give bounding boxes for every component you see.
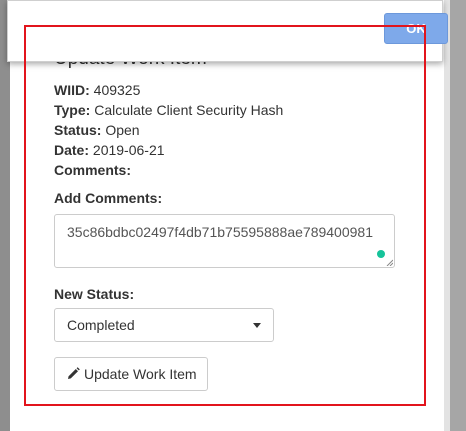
info-value: 409325 [93,82,141,98]
info-value: 2019-06-21 [92,142,165,158]
comments-text: 35c86bdbc02497f4db71b75595888ae789400981 [67,224,373,240]
info-row-wiid: WIID: 409325 [54,80,283,100]
scrollbar-thumb[interactable] [450,0,466,431]
info-row-date: Date: 2019-06-21 [54,140,283,160]
info-label: Type: [54,102,91,118]
info-label: Comments: [54,162,132,178]
info-row-type: Type: Calculate Client Security Hash [54,100,283,120]
work-item-panel: Update Work Item WIID: 409325 Type: Calc… [10,0,444,431]
info-value: Open [105,122,140,138]
info-label: Date: [54,142,90,158]
status-select[interactable]: Completed [54,308,274,342]
update-work-item-button[interactable]: Update Work Item [54,357,208,391]
info-row-status: Status: Open [54,120,283,140]
top-dialog: OK [7,0,448,62]
caret-down-icon [253,323,261,328]
work-item-info: WIID: 409325 Type: Calculate Client Secu… [54,80,283,180]
scrollbar[interactable] [444,0,466,431]
update-button-label: Update Work Item [84,366,197,382]
pencil-icon [68,367,80,380]
info-label: WIID: [54,82,90,98]
info-row-comments: Comments: [54,160,283,180]
comments-textarea[interactable]: 35c86bdbc02497f4db71b75595888ae789400981 [54,214,395,268]
resize-grip-icon[interactable] [386,259,393,266]
info-label: Status: [54,122,102,138]
backdrop-left [0,0,10,431]
add-comments-label: Add Comments: [54,190,163,206]
grammarly-dot-icon[interactable] [377,250,385,258]
ok-button[interactable]: OK [384,13,448,44]
status-select-value: Completed [67,317,135,333]
info-value: Calculate Client Security Hash [94,102,284,118]
new-status-label: New Status: [54,286,135,302]
